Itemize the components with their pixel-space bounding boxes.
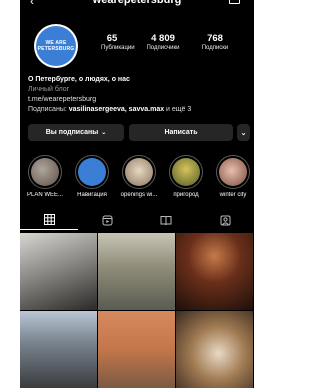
subscribed-button[interactable]: Вы подписаны ⌄: [28, 124, 124, 141]
highlight-label: пригород: [173, 192, 199, 198]
avatar-logo: WE ARE PETERSBURG: [36, 26, 76, 66]
guide-icon: [160, 215, 172, 225]
bio-name: О Петербурге, о людях, о нас: [28, 76, 130, 83]
highlight-cover: [125, 158, 153, 186]
stat-following-value: 768: [207, 33, 223, 44]
bio-link[interactable]: t.me/wearepetersburg: [28, 95, 250, 105]
post-thumbnail[interactable]: [98, 233, 175, 310]
post-thumbnail[interactable]: [98, 311, 175, 388]
message-button[interactable]: Написать: [129, 124, 233, 141]
followed-suffix: и ещё 3: [164, 106, 192, 113]
tab-guides[interactable]: [137, 210, 195, 230]
chevron-down-icon: ⌄: [240, 129, 247, 137]
bio: О Петербурге, о людях, о нас Личный блог…: [28, 75, 250, 115]
subscribed-button-label: Вы подписаны: [45, 129, 99, 136]
tab-tagged[interactable]: [196, 210, 254, 230]
bio-category: Личный блог: [28, 86, 70, 93]
stat-posts[interactable]: 65 Публикации: [101, 33, 135, 51]
stat-followers[interactable]: 4 809 Подписчики: [143, 33, 183, 51]
highlight-openings[interactable]: openings wi...: [118, 155, 160, 198]
highlight-navigation[interactable]: Навигация: [71, 155, 113, 198]
reels-icon: [102, 215, 112, 225]
stat-followers-value: 4 809: [151, 33, 175, 44]
post-thumbnail[interactable]: [176, 311, 253, 388]
post-thumbnail[interactable]: [176, 233, 253, 310]
highlight-cover: [219, 158, 247, 186]
notification-bell-icon[interactable]: [229, 0, 240, 4]
highlight-label: Навигация: [77, 192, 107, 198]
highlight-label: openings wi...: [120, 192, 158, 198]
highlight-cover: [78, 158, 106, 186]
profile-tabs: [20, 210, 254, 230]
grid-icon: [43, 214, 55, 225]
message-button-label: Написать: [164, 129, 198, 136]
stat-following[interactable]: 768 Подписки: [197, 33, 233, 51]
highlight-ring: [216, 155, 250, 189]
followed-by[interactable]: Подписаны: vasilinasergeeva, savva.max и…: [28, 105, 250, 115]
highlight-ring: [75, 155, 109, 189]
followed-names: vasilinasergeeva, savva.max: [68, 106, 165, 113]
highlight-label: winter city: [219, 192, 247, 198]
tab-grid[interactable]: [20, 210, 78, 230]
highlight-ring: [28, 155, 62, 189]
profile-screen: ‹ wearepetersburg WE ARE PETERSBURG 65 П…: [20, 0, 254, 388]
followed-prefix: Подписаны:: [28, 106, 69, 113]
highlight-cover: [172, 158, 200, 186]
highlight-ring: [169, 155, 203, 189]
highlight-suburb[interactable]: пригород: [165, 155, 207, 198]
stat-posts-value: 65: [106, 33, 118, 44]
tagged-icon: [220, 215, 230, 225]
highlight-cover: [31, 158, 59, 186]
stat-followers-label: Подписчики: [146, 45, 180, 51]
highlight-plan-weekend[interactable]: PLAN WEE...: [24, 155, 66, 198]
highlight-winter-city[interactable]: winter city: [212, 155, 254, 198]
suggestions-button[interactable]: ⌄: [237, 124, 250, 141]
post-thumbnail[interactable]: [20, 311, 97, 388]
post-thumbnail[interactable]: [20, 233, 97, 310]
stat-following-label: Подписки: [201, 45, 229, 51]
highlight-label: PLAN WEE...: [26, 192, 63, 198]
highlight-ring: [122, 155, 156, 189]
avatar[interactable]: WE ARE PETERSBURG: [34, 24, 78, 68]
profile-username: wearepetersburg: [92, 0, 182, 6]
tab-reels[interactable]: [78, 210, 136, 230]
chevron-down-icon: ⌄: [101, 130, 107, 136]
top-bar: ‹ wearepetersburg: [20, 0, 254, 8]
stat-posts-label: Публикации: [101, 45, 135, 51]
